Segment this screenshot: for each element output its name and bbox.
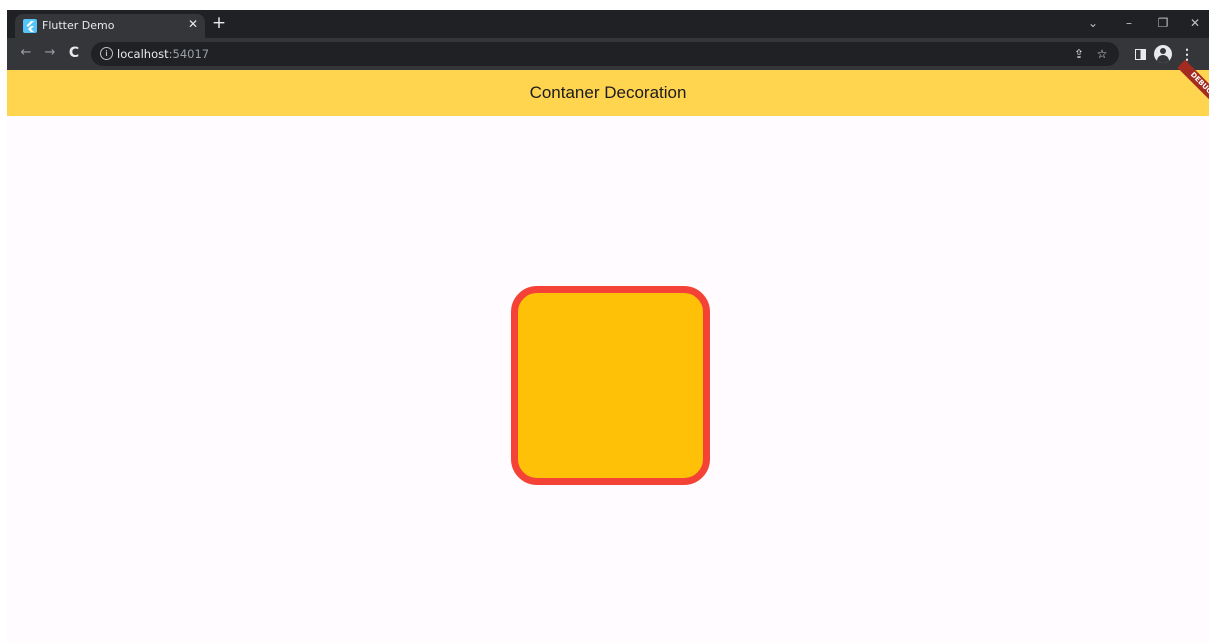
info-icon[interactable]: i	[100, 47, 113, 60]
address-bar[interactable]: i localhost:54017 ⇪ ☆	[91, 42, 1119, 66]
profile-avatar-icon[interactable]	[1154, 45, 1172, 63]
star-icon[interactable]: ☆	[1094, 45, 1110, 63]
tab-flutter-demo[interactable]: Flutter Demo ✕	[15, 14, 205, 38]
chevron-down-icon[interactable]: ⌄	[1083, 14, 1103, 32]
browser-window: Flutter Demo ✕ + ⌄ – ❐ ✕ ← → C i localho…	[7, 10, 1209, 643]
browser-toolbar: ← → C i localhost:54017 ⇪ ☆ ⋮	[7, 38, 1209, 70]
side-panel-icon[interactable]	[1135, 49, 1146, 60]
window-close-icon[interactable]: ✕	[1185, 14, 1205, 32]
minimize-icon[interactable]: –	[1119, 14, 1139, 32]
decorated-container	[511, 286, 710, 485]
tab-strip: Flutter Demo ✕ + ⌄ – ❐ ✕	[7, 10, 1209, 38]
share-icon[interactable]: ⇪	[1071, 45, 1087, 63]
restore-icon[interactable]: ❐	[1153, 14, 1173, 32]
app-bar: Contaner Decoration	[7, 70, 1209, 116]
flutter-logo-icon	[23, 19, 37, 33]
plus-icon[interactable]: +	[211, 14, 227, 32]
tab-title: Flutter Demo	[42, 19, 115, 32]
url-text: localhost:54017	[117, 47, 210, 61]
reload-icon[interactable]: C	[65, 44, 83, 62]
close-icon[interactable]: ✕	[185, 17, 201, 31]
forward-arrow-icon[interactable]: →	[41, 44, 59, 62]
more-menu-icon[interactable]: ⋮	[1180, 45, 1194, 63]
back-arrow-icon[interactable]: ←	[17, 44, 35, 62]
page-title: Contaner Decoration	[529, 83, 687, 102]
